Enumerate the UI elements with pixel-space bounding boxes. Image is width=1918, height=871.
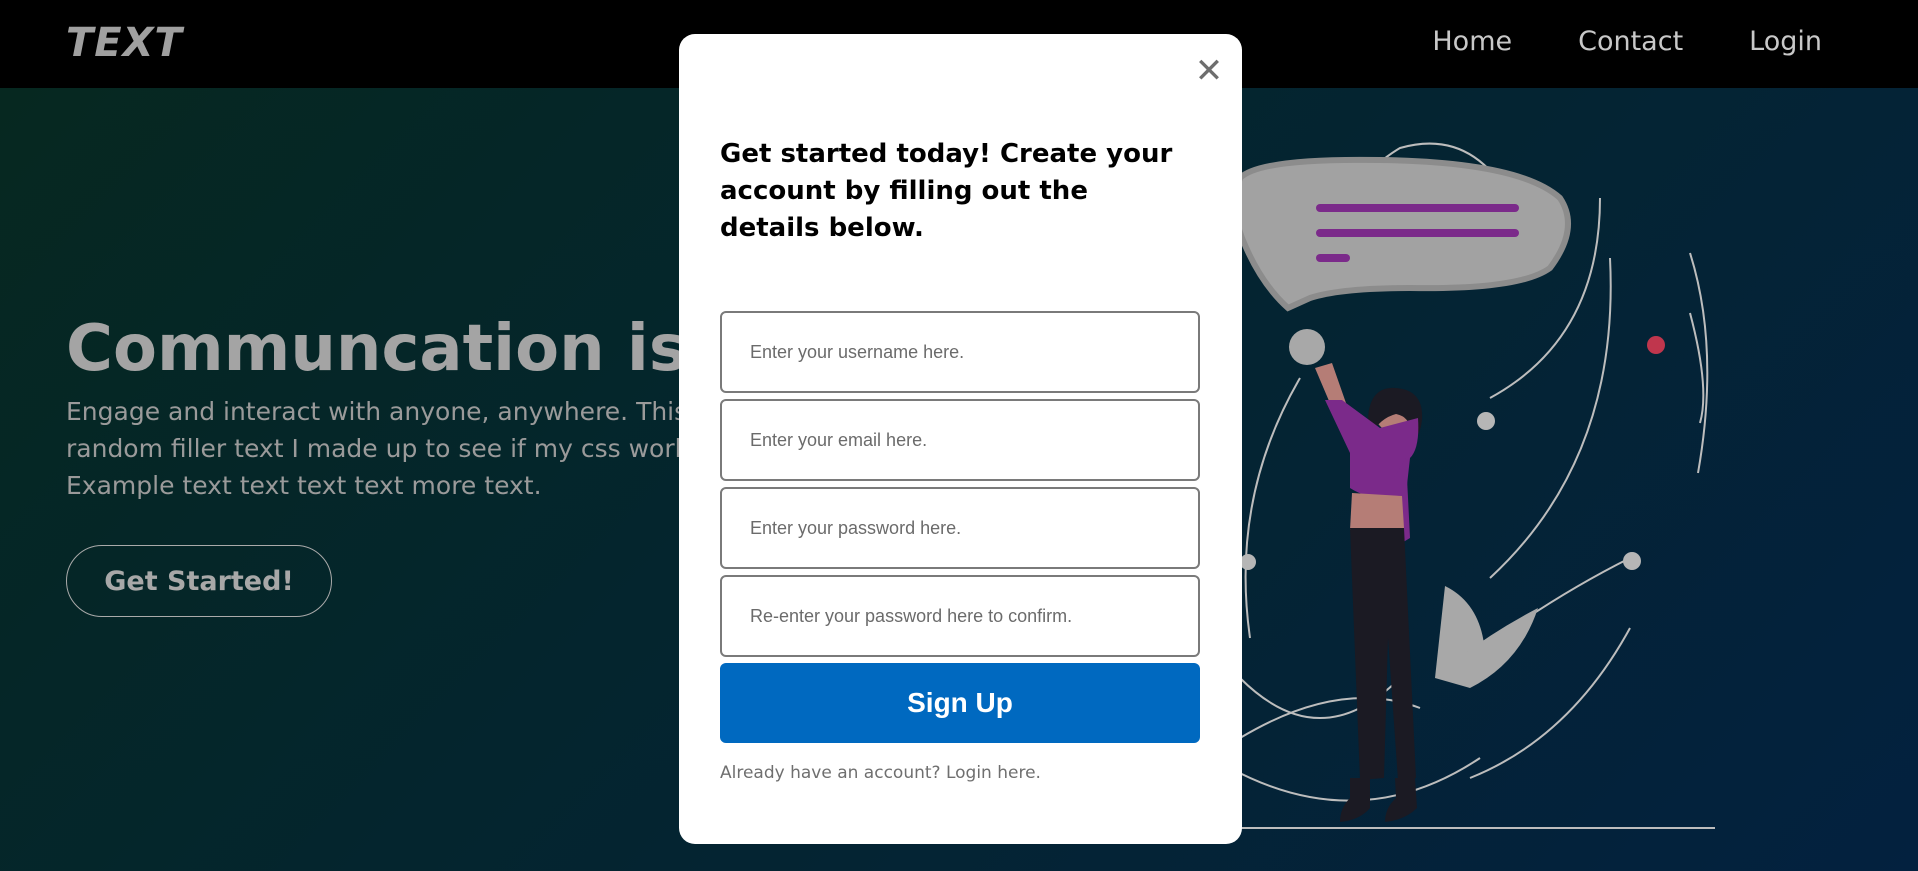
confirm-password-input[interactable] — [720, 575, 1200, 657]
username-input[interactable] — [720, 311, 1200, 393]
close-icon[interactable]: ✕ — [1192, 54, 1226, 88]
login-prompt: Already have an account? Login here. — [720, 763, 1041, 783]
modal-heading: Get started today! Create your account b… — [720, 139, 1173, 243]
hero-title: Communcation is th — [66, 312, 786, 386]
logo[interactable]: TEXT — [66, 20, 183, 66]
email-input[interactable] — [720, 399, 1200, 481]
password-input[interactable] — [720, 487, 1200, 569]
sign-up-button[interactable]: Sign Up — [720, 663, 1200, 743]
nav-link-login[interactable]: Login — [1749, 26, 1822, 57]
nav-links: Home Contact Login — [1366, 26, 1822, 57]
login-prompt-text: Already have an account? — [720, 763, 941, 783]
nav-link-home[interactable]: Home — [1432, 26, 1512, 57]
get-started-button[interactable]: Get Started! — [66, 545, 332, 617]
nav-link-contact[interactable]: Contact — [1578, 26, 1683, 57]
communication-illustration — [1229, 142, 1715, 829]
woman-figure — [1315, 363, 1423, 822]
signup-modal: ✕ Get started today! Create your account… — [679, 34, 1242, 844]
hero-subtitle: Engage and interact with anyone, anywher… — [66, 397, 716, 500]
login-here-link[interactable]: Login here. — [946, 763, 1041, 783]
